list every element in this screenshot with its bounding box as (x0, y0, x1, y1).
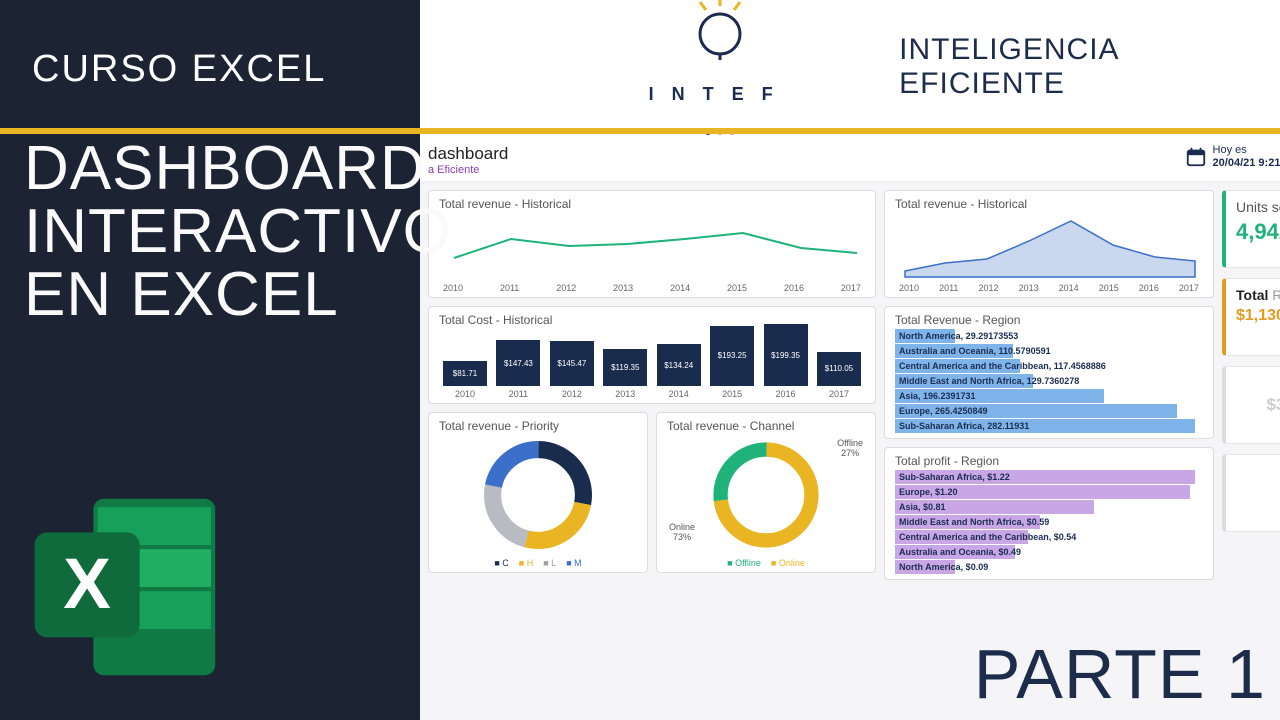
course-eyebrow: CURSO EXCEL (32, 48, 420, 91)
course-title: DASHBOARD INTERACTIVO EN EXCEL (24, 137, 420, 327)
calendar-icon (1185, 146, 1207, 168)
course-promo-panel: CURSO EXCEL DASHBOARD INTERACTIVO EN EXC… (0, 0, 420, 720)
brand-acronym: INTEF (649, 84, 791, 105)
lightbulb-icon (680, 0, 760, 64)
chart-revenue-priority-donut: Total revenue - Priority CHLM (428, 412, 648, 573)
kpi-total-cost: Total Co (1222, 454, 1280, 532)
kpi-total-profit: Total Pro $322,629,7 (1222, 366, 1280, 444)
kpi-units-sold: Units sold 4,942,765 (1222, 190, 1280, 268)
offline-pct-label: Offline27% (837, 439, 863, 459)
chart-total-cost-historical: Total Cost - Historical $81.712010$147.4… (428, 306, 876, 404)
chart-revenue-channel-donut: Total revenue - Channel Offline27% Onlin… (656, 412, 876, 573)
svg-text:X: X (63, 544, 111, 624)
accent-rule (0, 128, 1280, 134)
chart-revenue-historical-line: Total revenue - Historical 2010201120122… (428, 190, 876, 298)
intef-logo-block: INTEF (560, 0, 879, 135)
dashboard-subtitle: a Eficiente (428, 164, 508, 176)
online-pct-label: Online73% (669, 523, 695, 543)
excel-logo-icon: X (22, 482, 232, 692)
today-date: Hoy es 20/04/21 9:21 PM (1185, 144, 1280, 169)
kpi-total-revenue: Total Revenue $1,130,847,279. (1222, 278, 1280, 356)
brand-full-name: INTELIGENCIA EFICIENTE (899, 33, 1280, 101)
dashboard-header: dashboard a Eficiente Hoy es 20/04/21 9:… (420, 140, 1280, 182)
brand-strip: INTEF INTELIGENCIA EFICIENTE (420, 0, 1280, 134)
part-label: PARTE 1 (974, 634, 1266, 714)
chart-revenue-historical-area: Total revenue - Historical 2010201120122… (884, 190, 1214, 298)
chart-revenue-region-bars: Total Revenue - Region North America, 29… (884, 306, 1214, 439)
chart-profit-region-bars: Total profit - Region Sub-Saharan Africa… (884, 447, 1214, 580)
dashboard: dashboard a Eficiente Hoy es 20/04/21 9:… (420, 140, 1280, 720)
dashboard-title: dashboard (428, 144, 508, 164)
